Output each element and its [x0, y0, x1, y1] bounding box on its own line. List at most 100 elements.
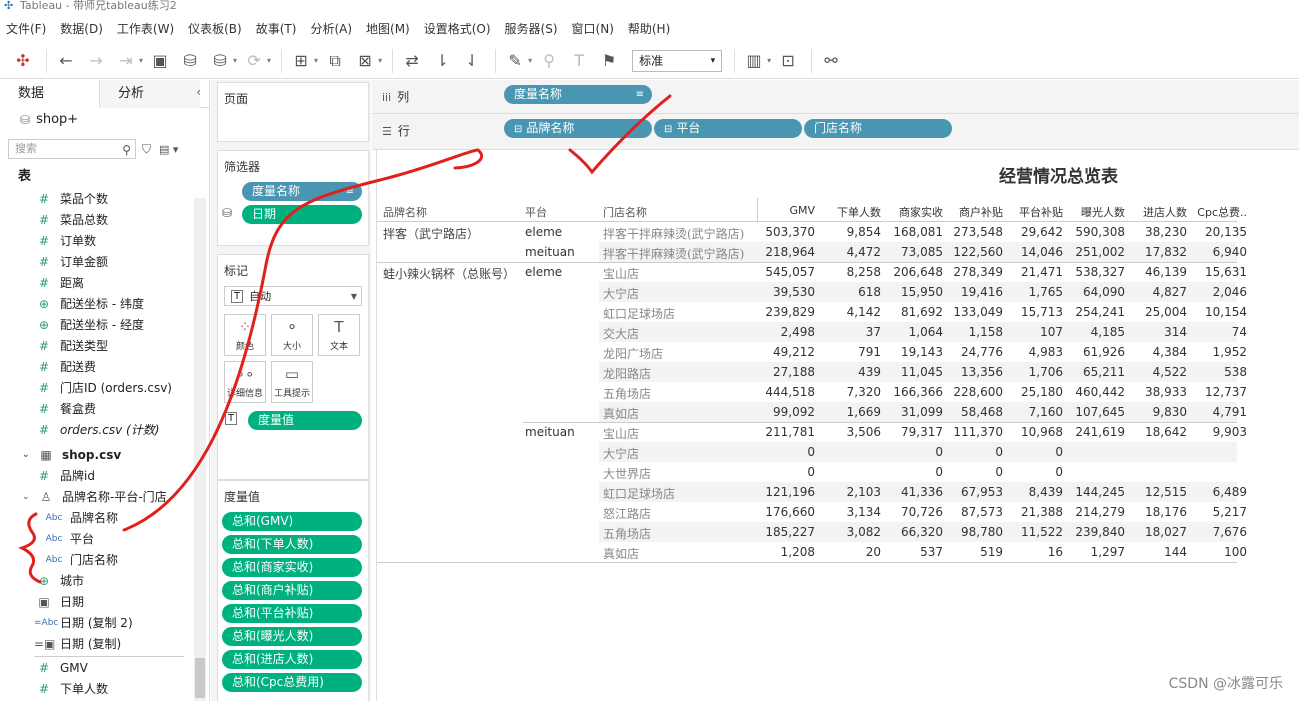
fix-axes-icon[interactable]: ⚑ [596, 48, 622, 74]
highlight-icon[interactable]: ✎ [502, 48, 528, 74]
filter-pill-date[interactable]: 日期 [242, 205, 362, 224]
redo-icon[interactable]: → [83, 48, 109, 74]
menu-item[interactable]: 文件(F) [6, 20, 46, 37]
sort-descending-icon[interactable]: ⇃ [459, 48, 485, 74]
dropdown-arrow-icon[interactable]: ▾ [267, 56, 271, 65]
data-pane-scrollbar[interactable] [194, 198, 206, 701]
undo-icon[interactable]: ← [53, 48, 79, 74]
new-worksheet-icon[interactable]: ⊞ [288, 48, 314, 74]
menu-item[interactable]: 帮助(H) [628, 20, 670, 37]
field-item[interactable]: Abc 品牌名称 [0, 507, 209, 528]
field-item[interactable]: # 配送类型 [0, 335, 209, 356]
presentation-mode-icon[interactable]: ⊡ [775, 48, 801, 74]
tooltip-button[interactable]: ▭ 工具提示 [271, 361, 313, 403]
field-item[interactable]: ⊕ 配送坐标 - 经度 [0, 314, 209, 335]
measure-value-pill[interactable]: 总和(进店人数) [222, 650, 362, 669]
dropdown-arrow-icon[interactable]: ▾ [528, 56, 532, 65]
menu-item[interactable]: 地图(M) [366, 20, 410, 37]
view-size-select[interactable]: 标准 ▾ [632, 49, 723, 72]
measure-value-pill[interactable]: 总和(平台补贴) [222, 604, 362, 623]
filter-icon[interactable]: ⛉ [142, 142, 151, 157]
view-options-icon[interactable]: ▤ ▾ [159, 143, 178, 156]
field-item[interactable]: # 菜品个数 [0, 188, 209, 209]
measure-value-pill[interactable]: 总和(商家实收) [222, 558, 362, 577]
field-item[interactable]: Abc 门店名称 [0, 549, 209, 570]
size-button[interactable]: ⚬ 大小 [271, 314, 313, 356]
tab-data[interactable]: 数据 [0, 80, 100, 108]
measure-value-pill[interactable]: 总和(下单人数) [222, 535, 362, 554]
duplicate-sheet-icon[interactable]: ⧉ [322, 48, 348, 74]
swap-rows-columns-icon[interactable]: ⇄ [399, 48, 425, 74]
hierarchy-item[interactable]: ⌄ ♙ 品牌名称-平台-门店 [0, 486, 209, 507]
filters-shelf[interactable]: 筛选器 度量名称 ≡ ⛁ 日期 [217, 150, 369, 246]
field-item[interactable]: # 下单人数 [0, 678, 209, 699]
mark-type-select[interactable]: T 自动 ▼ [224, 286, 362, 306]
field-item[interactable]: ⊕ 城市 [0, 570, 209, 591]
field-item[interactable]: # 餐盒费 [0, 398, 209, 419]
mark-pill-measure-values[interactable]: 度量值 [248, 411, 362, 430]
clear-sheet-icon[interactable]: ⊠ [352, 48, 378, 74]
field-item[interactable]: =Abc 日期 (复制 2) [0, 612, 209, 633]
pause-updates-icon[interactable]: ⛁ [207, 48, 233, 74]
menu-item[interactable]: 设置格式(O) [424, 20, 491, 37]
field-item[interactable]: # 门店ID (orders.csv) [0, 377, 209, 398]
refresh-icon[interactable]: ⟳ [241, 48, 267, 74]
menu-item[interactable]: 服务器(S) [505, 20, 558, 37]
add-datasource-icon[interactable]: ⛁ [177, 48, 203, 74]
field-item[interactable]: # 配送费 [0, 356, 209, 377]
rows-shelf[interactable]: ☰ 行 ⊟ 品牌名称 ⊟ 平台 门店名称 [372, 114, 1299, 150]
search-icon[interactable]: ⚲ [122, 141, 131, 159]
pages-shelf[interactable]: 页面 [217, 82, 369, 142]
measure-value-pill[interactable]: 总和(Cpc总费用) [222, 673, 362, 692]
show-me-icon[interactable]: ▥ [741, 48, 767, 74]
columns-shelf[interactable]: iii 列 度量名称 ≡ [372, 80, 1299, 114]
field-item[interactable]: # 订单数 [0, 230, 209, 251]
dropdown-arrow-icon[interactable]: ▾ [139, 56, 143, 65]
field-item[interactable]: ⊕ 配送坐标 - 纬度 [0, 293, 209, 314]
field-item[interactable]: Abc 平台 [0, 528, 209, 549]
dropdown-arrow-icon[interactable]: ▾ [767, 56, 771, 65]
row-pill-brand[interactable]: ⊟ 品牌名称 [504, 119, 652, 138]
row-pill-store[interactable]: 门店名称 [804, 119, 952, 138]
field-item[interactable]: # 距离 [0, 272, 209, 293]
sort-ascending-icon[interactable]: ⇂ [429, 48, 455, 74]
table-shop-csv[interactable]: ⌄ ▦ shop.csv [0, 444, 209, 465]
dropdown-arrow-icon[interactable]: ▾ [378, 56, 382, 65]
field-item[interactable]: # 订单金额 [0, 251, 209, 272]
replay-icon[interactable]: ⇥ [113, 48, 139, 74]
expand-icon[interactable]: ⌄ [22, 450, 36, 460]
detail-button[interactable]: ∘∘ 详细信息 [224, 361, 266, 403]
field-search-input[interactable]: 搜索 ⚲ [8, 139, 136, 159]
menu-item[interactable]: 工作表(W) [117, 20, 174, 37]
datasource-item[interactable]: ⛁ shop+ [0, 108, 209, 132]
menu-item[interactable]: 分析(A) [310, 20, 352, 37]
collapse-pane-icon[interactable]: ‹ [196, 85, 201, 99]
color-button[interactable]: ⁘ 颜色 [224, 314, 266, 356]
field-item[interactable]: # GMV [0, 657, 209, 678]
field-item[interactable]: ▣ 日期 [0, 591, 209, 612]
dropdown-arrow-icon[interactable]: ▾ [314, 56, 318, 65]
field-item[interactable]: # orders.csv (计数) [0, 419, 209, 440]
group-members-icon[interactable]: ⚲ [536, 48, 562, 74]
show-mark-labels-icon[interactable]: T [566, 48, 592, 74]
save-icon[interactable]: ▣ [147, 48, 173, 74]
measure-value-pill[interactable]: 总和(商户补贴) [222, 581, 362, 600]
text-button[interactable]: T 文本 [318, 314, 360, 356]
dropdown-arrow-icon[interactable]: ▾ [233, 56, 237, 65]
measure-value-pill[interactable]: 总和(GMV) [222, 512, 362, 531]
expand-icon[interactable]: ⌄ [22, 492, 36, 502]
column-pill-measure-names[interactable]: 度量名称 ≡ [504, 85, 652, 104]
tab-analytics[interactable]: 分析 [100, 80, 200, 108]
tableau-home-icon[interactable]: ✣ [10, 48, 36, 74]
menu-item[interactable]: 数据(D) [60, 20, 103, 37]
field-brand-id[interactable]: # 品牌id [0, 465, 209, 486]
menu-item[interactable]: 仪表板(B) [188, 20, 242, 37]
menu-item[interactable]: 窗口(N) [572, 20, 614, 37]
scrollbar-thumb[interactable] [195, 658, 205, 698]
menu-item[interactable]: 故事(T) [256, 20, 297, 37]
share-icon[interactable]: ⚯ [818, 48, 844, 74]
row-pill-platform[interactable]: ⊟ 平台 [654, 119, 802, 138]
measure-value-pill[interactable]: 总和(曝光人数) [222, 627, 362, 646]
field-item[interactable]: =▣ 日期 (复制) [0, 633, 209, 654]
field-item[interactable]: # 菜品总数 [0, 209, 209, 230]
